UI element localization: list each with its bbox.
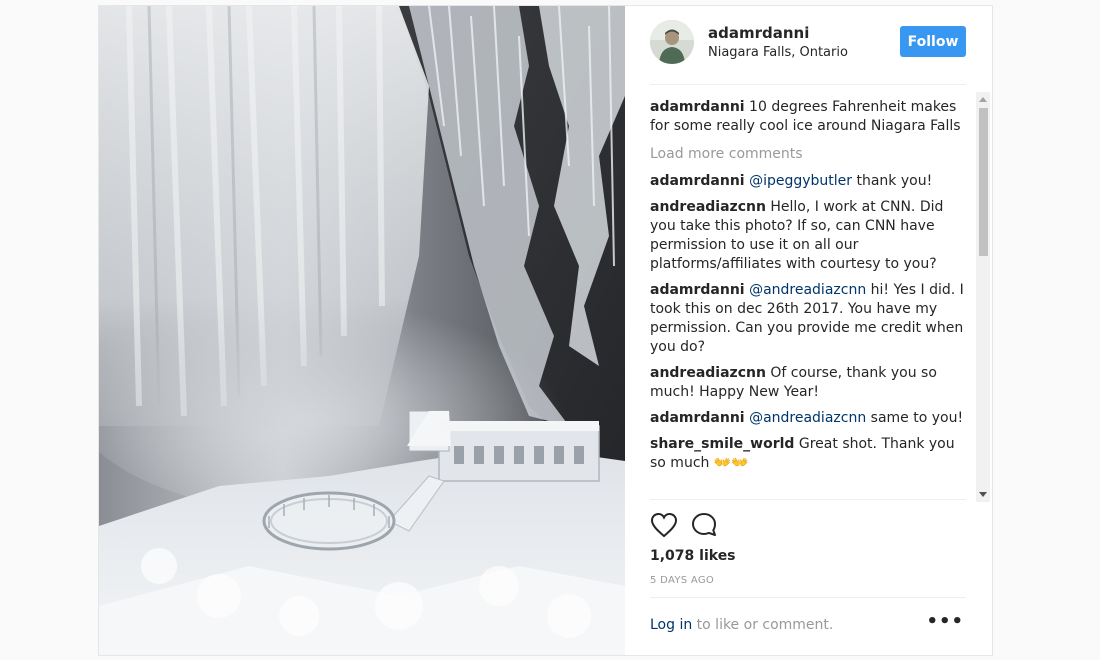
- post-timestamp[interactable]: 5 DAYS AGO: [650, 575, 714, 586]
- heart-icon: [650, 512, 678, 538]
- comment-item: andreadiazcnn Hello, I work at CNN. Did …: [650, 198, 968, 274]
- user-avatar[interactable]: [650, 20, 694, 64]
- follow-button[interactable]: Follow: [900, 26, 966, 57]
- comments-scrollbar[interactable]: [976, 92, 990, 502]
- post-caption: adamrdanni 10 degrees Fahrenheit makes f…: [650, 98, 968, 136]
- likes-count[interactable]: 1,078 likes: [650, 548, 736, 564]
- scroll-up-arrow-icon[interactable]: [979, 97, 987, 102]
- post-username[interactable]: adamrdanni: [708, 24, 809, 42]
- post-header: adamrdanni Niagara Falls, Ontario Follow: [625, 6, 992, 86]
- post-card: adamrdanni Niagara Falls, Ontario Follow…: [98, 5, 993, 656]
- login-link[interactable]: Log in: [650, 617, 692, 633]
- comment-author[interactable]: adamrdanni: [650, 410, 745, 426]
- comments-list: adamrdanni 10 degrees Fahrenheit makes f…: [650, 98, 968, 500]
- comment-author[interactable]: andreadiazcnn: [650, 199, 766, 215]
- scroll-down-arrow-icon[interactable]: [979, 492, 987, 497]
- comment-item: adamrdanni @ipeggybutler thank you!: [650, 172, 968, 191]
- post-location[interactable]: Niagara Falls, Ontario: [708, 45, 848, 60]
- comment-item: adamrdanni @andreadiazcnn hi! Yes I did.…: [650, 281, 968, 357]
- header-divider: [650, 84, 966, 85]
- comment-bubble-icon: [692, 513, 716, 536]
- footer-divider: [650, 597, 966, 598]
- comment-item: andreadiazcnn Of course, thank you so mu…: [650, 364, 968, 402]
- more-options-icon[interactable]: •••: [926, 613, 964, 631]
- post-side-panel: adamrdanni Niagara Falls, Ontario Follow…: [625, 6, 992, 655]
- frozen-waterfall-image: [99, 6, 625, 655]
- caption-author[interactable]: adamrdanni: [650, 99, 745, 115]
- comment-author[interactable]: adamrdanni: [650, 173, 745, 189]
- comment-mention[interactable]: @andreadiazcnn: [749, 282, 866, 298]
- post-photo[interactable]: [99, 6, 625, 655]
- login-prompt-text: to like or comment.: [692, 617, 834, 633]
- like-button[interactable]: [649, 510, 679, 540]
- comments-divider: [650, 499, 966, 500]
- comment-mention[interactable]: @andreadiazcnn: [749, 410, 866, 426]
- avatar-icon: [650, 20, 694, 64]
- comment-button[interactable]: [689, 510, 719, 540]
- comment-author[interactable]: share_smile_world: [650, 436, 794, 452]
- post-actions: [649, 510, 729, 542]
- comment-author[interactable]: adamrdanni: [650, 282, 745, 298]
- comment-item: adamrdanni @andreadiazcnn same to you!: [650, 409, 968, 428]
- comment-text: thank you!: [852, 173, 933, 189]
- comment-author[interactable]: andreadiazcnn: [650, 365, 766, 381]
- scrollbar-thumb[interactable]: [979, 108, 988, 256]
- comment-text: same to you!: [866, 410, 964, 426]
- comment-mention[interactable]: @ipeggybutler: [749, 173, 852, 189]
- login-prompt: Log in to like or comment.: [650, 617, 833, 633]
- comment-item: share_smile_world Great shot. Thank you …: [650, 435, 968, 473]
- load-more-comments-link[interactable]: Load more comments: [650, 145, 968, 164]
